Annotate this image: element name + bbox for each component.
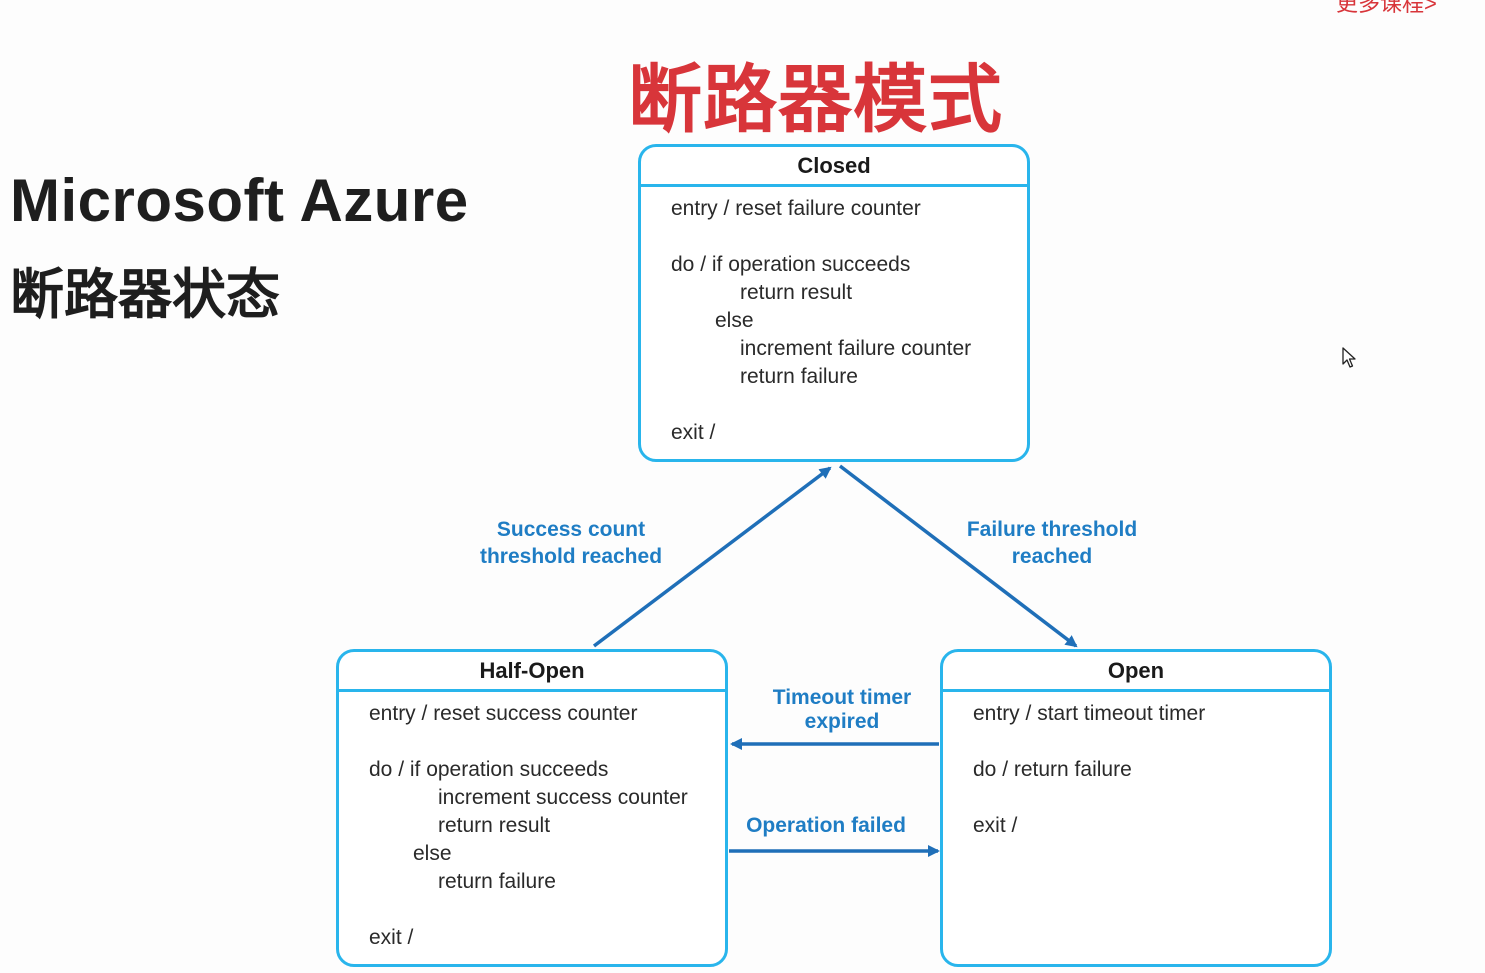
half-open-line: else <box>413 842 452 865</box>
label-line: Success count <box>496 518 646 541</box>
closed-line: entry / reset failure counter <box>671 197 921 220</box>
open-line: exit / <box>973 814 1018 837</box>
label-line: threshold reached <box>479 545 663 568</box>
closed-line: else <box>715 309 754 332</box>
closed-line: do / if operation succeeds <box>671 253 911 276</box>
half-open-line: increment success counter <box>438 786 688 809</box>
label-timeout-expired: Timeout timer expired <box>752 686 932 734</box>
label-success-count: Success count threshold reached <box>466 516 676 570</box>
half-open-line: do / if operation succeeds <box>369 758 609 781</box>
state-open: Open entry / start timeout timer do / re… <box>940 649 1332 967</box>
label-line: Timeout timer <box>772 686 912 709</box>
open-line: entry / start timeout timer <box>973 702 1206 725</box>
state-closed-title: Closed <box>641 147 1027 187</box>
label-operation-failed: Operation failed <box>728 812 924 839</box>
state-half-open-title: Half-Open <box>339 652 725 692</box>
slide: 更多课程> 断路器模式 Microsoft Azure 断路器状态 Closed… <box>0 0 1485 973</box>
half-open-line: exit / <box>369 926 414 949</box>
label-line: reached <box>1011 545 1093 568</box>
half-open-line: entry / reset success counter <box>369 702 638 725</box>
label-line: Operation failed <box>746 814 906 837</box>
label-failure-threshold: Failure threshold reached <box>952 516 1152 570</box>
label-line: expired <box>804 710 880 733</box>
closed-line: increment failure counter <box>740 337 972 360</box>
closed-line: return failure <box>740 365 858 388</box>
half-open-line: return result <box>438 814 551 837</box>
state-open-title: Open <box>943 652 1329 692</box>
closed-line: return result <box>740 281 853 304</box>
mouse-cursor-icon <box>1342 347 1356 368</box>
state-closed: Closed entry / reset failure counter do … <box>638 144 1030 462</box>
open-line: do / return failure <box>973 758 1132 781</box>
state-half-open: Half-Open entry / reset success counter … <box>336 649 728 967</box>
half-open-line: return failure <box>438 870 556 893</box>
label-line: Failure threshold <box>966 518 1138 541</box>
closed-line: exit / <box>671 421 716 444</box>
